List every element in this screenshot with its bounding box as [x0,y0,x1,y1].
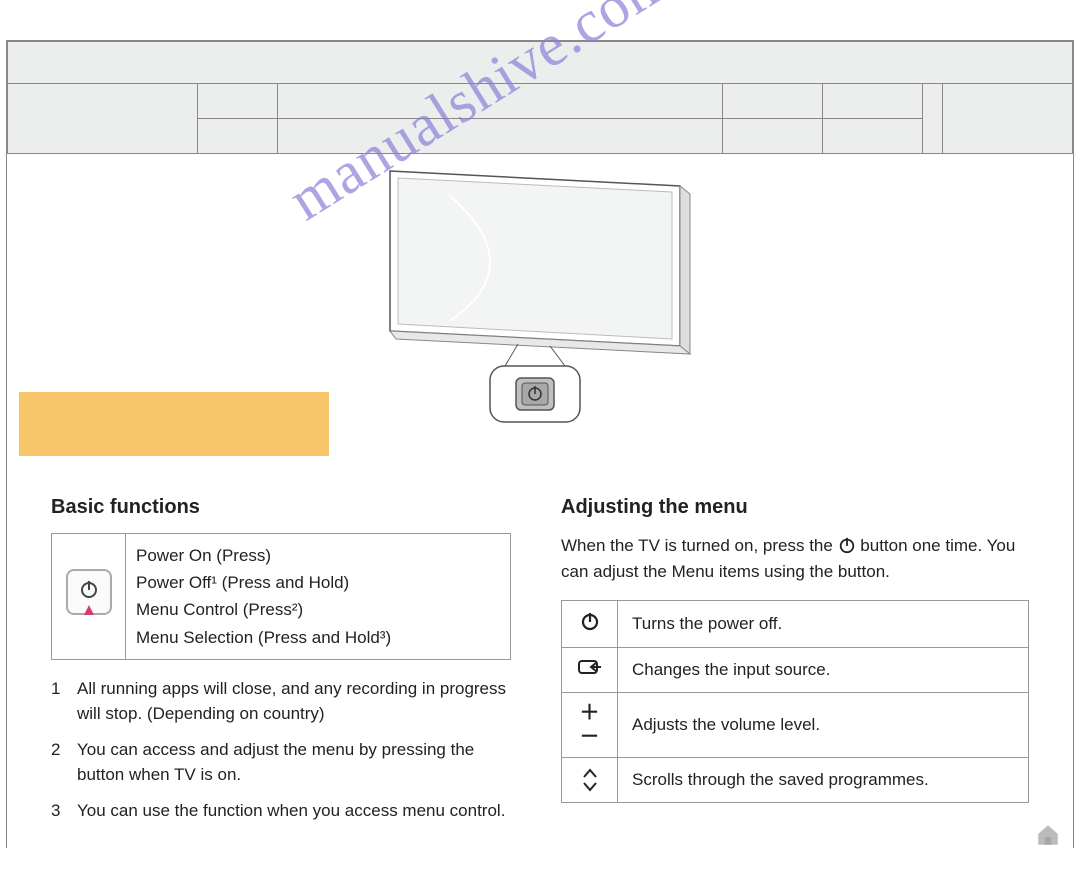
input-icon [562,648,618,693]
home-icon[interactable] [1035,822,1061,848]
footnote-item: 3 You can use the function when you acces… [51,798,511,824]
channel-icon [562,758,618,803]
basic-functions-lines: Power On (Press) Power Off¹ (Press and H… [126,534,511,660]
footnote-num: 1 [51,676,63,727]
table-row: Scrolls through the saved programmes. [562,758,1029,803]
menu-row-text: Scrolls through the saved programmes. [618,758,1029,803]
highlight-bar [19,392,329,456]
footnote-text: You can access and adjust the menu by pr… [77,737,511,788]
adjusting-menu-heading: Adjusting the menu [561,496,1029,519]
power-icon [562,601,618,648]
table-row: ＋－ Adjusts the volume level. [562,693,1029,758]
footnote-text: You can use the function when you access… [77,798,505,824]
header-grid [7,41,1073,154]
adjusting-menu-section: Adjusting the menu When the TV is turned… [561,496,1029,833]
power-button-icon [66,569,112,615]
adjusting-menu-intro: When the TV is turned on, press the butt… [561,533,1029,584]
footnote-num: 3 [51,798,63,824]
menu-row-text: Adjusts the volume level. [618,693,1029,758]
footnote-num: 2 [51,737,63,788]
footnotes: 1 All running apps will close, and any re… [51,676,511,824]
func-line: Power Off¹ (Press and Hold) [136,569,500,596]
table-row: Turns the power off. [562,601,1029,648]
menu-row-text: Turns the power off. [618,601,1029,648]
func-line: Power On (Press) [136,542,500,569]
basic-functions-section: Basic functions Power On (Press) Power O… [51,496,511,833]
tv-illustration [370,166,710,426]
basic-functions-heading: Basic functions [51,496,511,519]
footnote-item: 1 All running apps will close, and any re… [51,676,511,727]
power-icon [838,536,856,554]
content-area: manualshive.com Basic functions [7,166,1073,860]
press-arrow-icon [84,605,94,615]
menu-row-text: Changes the input source. [618,648,1029,693]
page-frame: manualshive.com Basic functions [6,40,1074,848]
func-line: Menu Control (Press²) [136,596,500,623]
volume-icon: ＋－ [562,693,618,758]
footnote-text: All running apps will close, and any rec… [77,676,511,727]
menu-table: Turns the power off. Changes the input s… [561,600,1029,803]
footnote-item: 2 You can access and adjust the menu by p… [51,737,511,788]
func-line: Menu Selection (Press and Hold³) [136,624,500,651]
table-row: Changes the input source. [562,648,1029,693]
basic-functions-table: Power On (Press) Power Off¹ (Press and H… [51,533,511,660]
intro-text: When the TV is turned on, press the [561,536,838,555]
power-button-cell [52,534,126,660]
